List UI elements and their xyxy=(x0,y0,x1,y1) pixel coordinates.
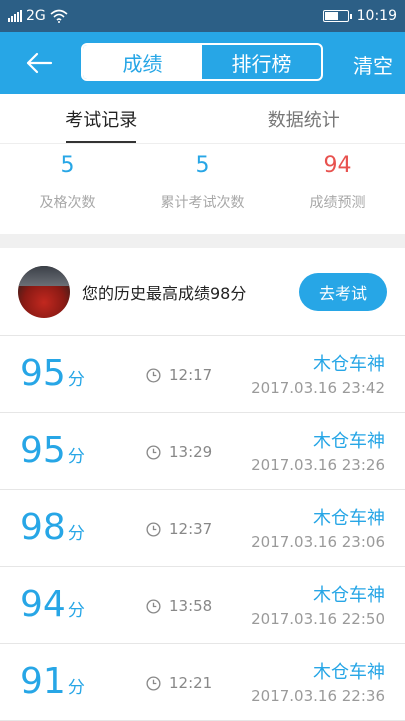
stat-pass-count: 5 及格次数 xyxy=(0,144,135,234)
record-date: 2017.03.16 22:36 xyxy=(251,687,385,705)
duration-text: 12:21 xyxy=(169,674,212,692)
record-score: 95 分 xyxy=(20,352,85,396)
avatar[interactable] xyxy=(18,266,70,318)
tab-bar: 考试记录 数据统计 xyxy=(0,94,405,144)
record-date: 2017.03.16 23:06 xyxy=(251,533,385,551)
record-date: 2017.03.16 23:26 xyxy=(251,456,385,474)
stat-label: 及格次数 xyxy=(40,192,96,212)
record-user: 木仓车神 xyxy=(313,658,385,684)
segment-ranking[interactable]: 排行榜 xyxy=(202,45,321,79)
stat-total-exams: 5 累计考试次数 xyxy=(135,144,270,234)
duration-text: 13:29 xyxy=(169,443,212,461)
record-row[interactable]: 91 分 12:21 木仓车神 2017.03.16 22:36 xyxy=(0,644,405,721)
segmented-control: 成绩 排行榜 xyxy=(81,43,323,81)
tab-statistics-label: 数据统计 xyxy=(268,106,340,132)
stat-value: 94 xyxy=(324,150,352,182)
duration-text: 13:58 xyxy=(169,597,212,615)
network-type: 2G xyxy=(26,8,46,24)
record-row[interactable]: 98 分 12:37 木仓车神 2017.03.16 23:06 xyxy=(0,490,405,567)
stat-label: 成绩预测 xyxy=(310,192,366,212)
status-bar: 2G 10:19 xyxy=(0,0,405,32)
stat-value: 5 xyxy=(61,150,75,182)
record-user: 木仓车神 xyxy=(313,427,385,453)
record-duration: 12:17 xyxy=(146,366,212,384)
stat-label: 累计考试次数 xyxy=(161,192,245,212)
duration-text: 12:17 xyxy=(169,366,212,384)
score-value: 94 xyxy=(20,583,66,627)
status-time: 10:19 xyxy=(357,8,397,24)
wifi-icon xyxy=(50,9,68,23)
nav-bar: 成绩 排行榜 清空 xyxy=(0,32,405,94)
record-duration: 12:37 xyxy=(146,520,212,538)
score-value: 95 xyxy=(20,352,66,396)
tab-statistics[interactable]: 数据统计 xyxy=(203,94,405,143)
record-duration: 13:29 xyxy=(146,443,212,461)
arrow-left-icon xyxy=(25,52,53,74)
back-button[interactable] xyxy=(0,32,78,94)
record-date: 2017.03.16 22:50 xyxy=(251,610,385,628)
score-unit: 分 xyxy=(68,365,85,390)
clock-icon xyxy=(146,445,161,460)
status-left: 2G xyxy=(8,8,68,24)
score-value: 91 xyxy=(20,660,66,704)
clock-icon xyxy=(146,522,161,537)
clock-icon xyxy=(146,368,161,383)
record-duration: 13:58 xyxy=(146,597,212,615)
score-unit: 分 xyxy=(68,519,85,544)
score-unit: 分 xyxy=(68,442,85,467)
best-score-row: 您的历史最高成绩98分 去考试 xyxy=(0,248,405,336)
battery-icon xyxy=(323,10,349,22)
score-value: 95 xyxy=(20,429,66,473)
section-divider xyxy=(0,234,405,248)
record-score: 94 分 xyxy=(20,583,85,627)
record-date: 2017.03.16 23:42 xyxy=(251,379,385,397)
best-score-text: 您的历史最高成绩98分 xyxy=(82,280,246,304)
record-score: 91 分 xyxy=(20,660,85,704)
record-score: 98 分 xyxy=(20,506,85,550)
signal-icon xyxy=(8,10,22,22)
stat-prediction: 94 成绩预测 xyxy=(270,144,405,234)
clear-button[interactable]: 清空 xyxy=(353,50,393,79)
segment-scores[interactable]: 成绩 xyxy=(83,45,202,79)
record-user: 木仓车神 xyxy=(313,581,385,607)
stat-value: 5 xyxy=(196,150,210,182)
clock-icon xyxy=(146,599,161,614)
tab-exam-records[interactable]: 考试记录 xyxy=(0,94,203,143)
duration-text: 12:37 xyxy=(169,520,212,538)
take-exam-button[interactable]: 去考试 xyxy=(299,273,387,311)
score-value: 98 xyxy=(20,506,66,550)
status-right: 10:19 xyxy=(323,8,397,24)
record-list: 95 分 12:17 木仓车神 2017.03.16 23:42 95 分 13… xyxy=(0,336,405,721)
score-unit: 分 xyxy=(68,673,85,698)
tab-active-indicator xyxy=(66,141,136,143)
record-row[interactable]: 95 分 13:29 木仓车神 2017.03.16 23:26 xyxy=(0,413,405,490)
record-user: 木仓车神 xyxy=(313,350,385,376)
record-score: 95 分 xyxy=(20,429,85,473)
clock-icon xyxy=(146,676,161,691)
tab-exam-records-label: 考试记录 xyxy=(65,106,137,132)
score-unit: 分 xyxy=(68,596,85,621)
record-user: 木仓车神 xyxy=(313,504,385,530)
record-duration: 12:21 xyxy=(146,674,212,692)
record-row[interactable]: 95 分 12:17 木仓车神 2017.03.16 23:42 xyxy=(0,336,405,413)
record-row[interactable]: 94 分 13:58 木仓车神 2017.03.16 22:50 xyxy=(0,567,405,644)
stats-panel: 5 及格次数 5 累计考试次数 94 成绩预测 xyxy=(0,144,405,234)
